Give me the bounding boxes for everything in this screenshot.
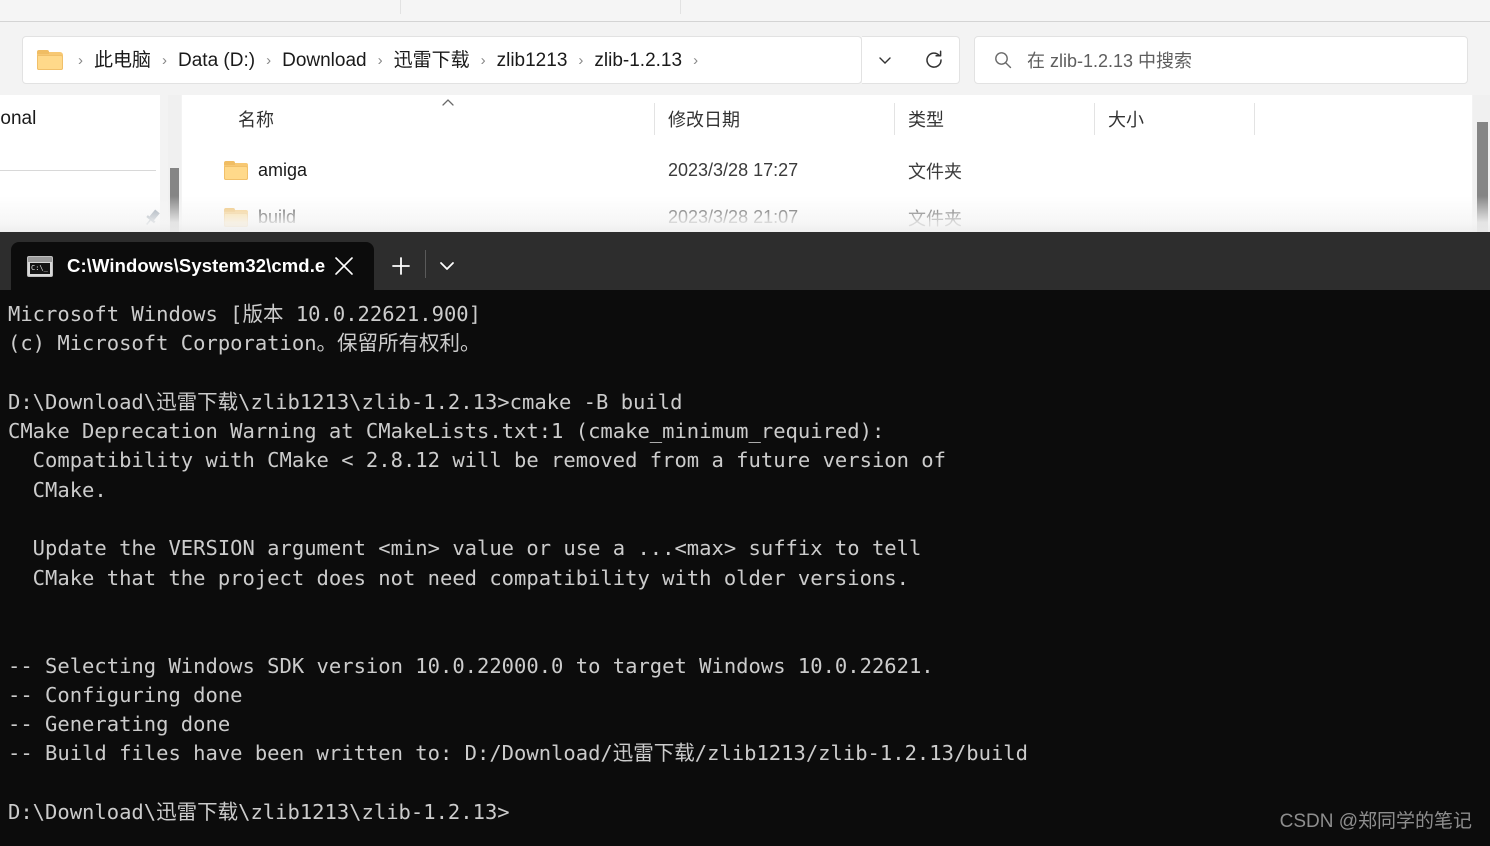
pin-icon [142,208,162,228]
file-type-cell: 文件夹 [908,161,962,182]
chevron-down-icon[interactable] [862,36,908,84]
explorer-address-row: › 此电脑 › Data (D:) › Download › 迅雷下载 › zl… [0,23,1490,95]
file-modified-cell: 2023/3/28 17:27 [668,160,799,180]
terminal-tab-bar: C:\_ C:\Windows\System32\cmd.e [0,232,1490,290]
file-explorer-window: › 此电脑 › Data (D:) › Download › 迅雷下载 › zl… [0,0,1490,240]
folder-icon [224,161,248,180]
breadcrumb-separator: › [578,51,584,69]
terminal-window: C:\_ C:\Windows\System32\cmd.e Microsoft… [0,232,1490,846]
file-list-header: 名称 修改日期 类型 大小 [182,95,1472,143]
breadcrumb-separator: › [162,51,168,69]
breadcrumb-separator: › [78,51,83,69]
breadcrumb-item-download[interactable]: Download [280,49,369,72]
search-input[interactable]: 在 zlib-1.2.13 中搜索 [974,36,1468,84]
explorer-toolbar-strip [0,0,1490,22]
breadcrumb-separator-trailing: › [693,51,699,69]
close-icon[interactable] [332,254,356,278]
breadcrumb-item-this-pc[interactable]: 此电脑 [92,49,153,72]
terminal-output-text: Microsoft Windows [版本 10.0.22621.900] (c… [8,302,1028,825]
file-name-text: build [258,207,297,227]
breadcrumb-item-data-d[interactable]: Data (D:) [176,49,257,72]
file-name-cell[interactable]: amiga [224,147,654,194]
explorer-sidebar: ersonal [0,95,160,240]
breadcrumb-separator: › [377,51,383,69]
terminal-output-area[interactable]: Microsoft Windows [版本 10.0.22621.900] (c… [0,290,1490,846]
folder-icon [37,50,63,70]
cmd-icon-glyph: C:\_ [30,262,50,274]
breadcrumb-item-zlib1213[interactable]: zlib1213 [495,49,570,72]
sidebar-item-personal[interactable]: ersonal [0,108,36,130]
chevron-down-icon[interactable] [430,252,464,280]
breadcrumb-item-zlib-1-2-13[interactable]: zlib-1.2.13 [592,49,684,72]
column-divider[interactable] [1254,103,1255,135]
file-list-pane: 名称 修改日期 类型 大小 amiga 2023/3/28 17:27 文件夹 [182,95,1472,240]
refresh-icon[interactable] [908,36,960,84]
breadcrumb-separator: › [480,51,486,69]
screen-root: › 此电脑 › Data (D:) › Download › 迅雷下载 › zl… [0,0,1490,846]
toolbar-divider [680,0,681,14]
watermark: CSDN @郑同学的笔记 [1279,811,1472,832]
terminal-tab[interactable]: C:\_ C:\Windows\System32\cmd.e [11,242,374,290]
column-header-size[interactable]: 大小 [1094,95,1254,143]
column-header-type[interactable]: 类型 [894,95,1094,143]
breadcrumb[interactable]: › 此电脑 › Data (D:) › Download › 迅雷下载 › zl… [22,36,862,84]
breadcrumb-separator: › [266,51,272,69]
toolbar-divider [400,0,401,14]
search-icon [993,50,1013,70]
column-header-name[interactable]: 名称 [224,95,654,143]
breadcrumb-item-xunlei[interactable]: 迅雷下载 [392,49,472,72]
terminal-tab-title: C:\Windows\System32\cmd.e [67,255,326,276]
tabbar-divider [425,250,426,278]
sidebar-divider [0,170,156,171]
cmd-window-icon: C:\_ [27,255,53,277]
table-row[interactable]: amiga 2023/3/28 17:27 文件夹 [182,147,1472,194]
plus-icon[interactable] [383,252,419,280]
column-header-modified[interactable]: 修改日期 [654,95,894,143]
search-placeholder: 在 zlib-1.2.13 中搜索 [1027,51,1193,71]
sidebar-scrollbar-thumb[interactable] [170,168,179,234]
file-name-text: amiga [258,160,308,180]
file-list-scrollbar-thumb[interactable] [1477,122,1488,234]
folder-icon [224,208,248,227]
